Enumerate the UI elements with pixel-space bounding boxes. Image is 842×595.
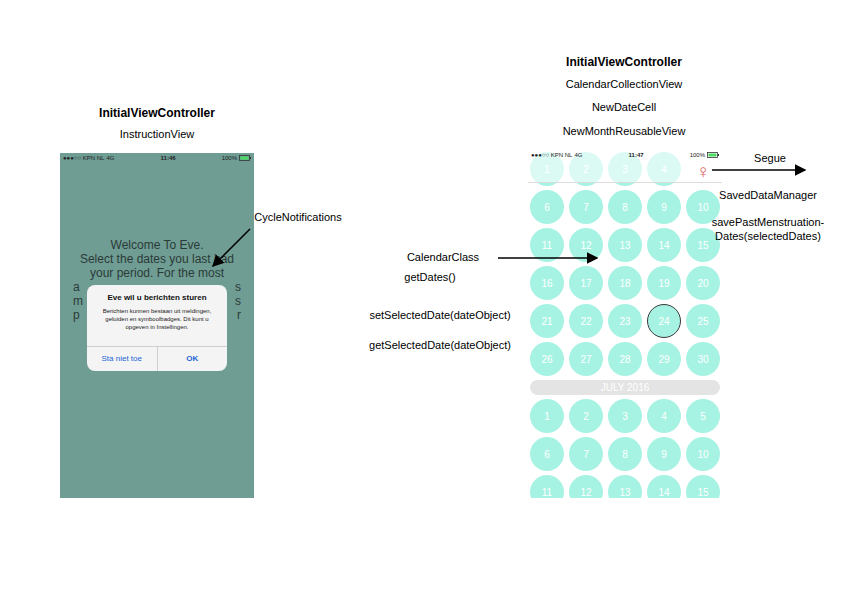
- annotation: Segue: [754, 150, 786, 167]
- controller-label: InitialViewController: [566, 53, 682, 71]
- instruction-screen: ●●●○○ KPN NL4G 11:46 100% Welcome To Eve.Se…: [60, 153, 254, 498]
- time: 11:46: [161, 155, 176, 161]
- date-cell[interactable]: 18: [608, 266, 642, 300]
- date-cell[interactable]: 24: [647, 304, 681, 338]
- alert-title: Eve wil u berichten sturen: [87, 285, 227, 304]
- instruction-line: your period. For the most: [90, 266, 224, 280]
- date-cell[interactable]: 12: [569, 475, 603, 498]
- date-cell[interactable]: 30: [686, 342, 720, 376]
- date-cell[interactable]: 7: [569, 190, 603, 224]
- date-cell[interactable]: 26: [530, 342, 564, 376]
- date-cell[interactable]: 13: [608, 228, 642, 262]
- battery-icon: [707, 152, 719, 158]
- view-label: NewDateCell: [592, 99, 656, 116]
- notification-alert: Eve wil u berichten sturenBerichten kunn…: [87, 285, 227, 371]
- calendar-month: 1234♀67891011121314151617181920212223242…: [530, 152, 720, 376]
- date-cell[interactable]: 21: [530, 304, 564, 338]
- menu-button[interactable]: ♀: [686, 152, 720, 186]
- date-cell[interactable]: 25: [686, 304, 720, 338]
- date-cell[interactable]: 8: [608, 190, 642, 224]
- view-label: CalendarCollectionView: [566, 76, 683, 93]
- network: 4G: [574, 152, 582, 158]
- alert-message: Berichten kunnen bestaan uit meldingen, …: [87, 304, 227, 337]
- carrier: ●●●○○ KPN NL: [63, 155, 104, 161]
- network: 4G: [106, 155, 114, 161]
- alert-button[interactable]: OK: [157, 347, 228, 371]
- top-bar: ●●●○○ KPN NL4G 11:47 100%: [528, 150, 722, 183]
- view-label: InstructionView: [120, 126, 194, 143]
- date-cell[interactable]: 19: [647, 266, 681, 300]
- battery-level: 100%: [690, 152, 705, 158]
- date-cell[interactable]: 5: [686, 399, 720, 433]
- time: 11:47: [629, 152, 644, 158]
- controller-label: InitialViewController: [99, 104, 215, 122]
- date-cell[interactable]: 2: [569, 399, 603, 433]
- date-cell[interactable]: 14: [647, 475, 681, 498]
- date-cell[interactable]: 20: [686, 266, 720, 300]
- date-cell[interactable]: 6: [530, 190, 564, 224]
- date-cell[interactable]: 1: [530, 399, 564, 433]
- date-cell[interactable]: 9: [647, 437, 681, 471]
- date-cell[interactable]: 27: [569, 342, 603, 376]
- date-cell[interactable]: 9: [647, 190, 681, 224]
- annotation: setSelectedDate(dateObject): [369, 307, 510, 324]
- date-cell[interactable]: 16: [530, 266, 564, 300]
- diagram-canvas: InitialViewController InstructionView ●●●○…: [0, 0, 842, 595]
- annotation: getDates(): [404, 269, 455, 286]
- date-cell[interactable]: 8: [608, 437, 642, 471]
- date-cell[interactable]: 15: [686, 475, 720, 498]
- carrier: ●●●○○ KPN NL: [531, 152, 572, 158]
- date-cell[interactable]: 3: [608, 399, 642, 433]
- month-header: JULY 2016: [530, 380, 720, 395]
- date-cell[interactable]: 11: [530, 475, 564, 498]
- calendar-month: JULY 2016123456789101112131415: [530, 380, 720, 498]
- battery-level: 100%: [222, 155, 237, 161]
- battery-icon: [239, 155, 251, 161]
- date-cell[interactable]: 6: [530, 437, 564, 471]
- date-cell[interactable]: 12: [569, 228, 603, 262]
- date-cell[interactable]: 7: [569, 437, 603, 471]
- date-cell[interactable]: 17: [569, 266, 603, 300]
- status-bar: ●●●○○ KPN NL4G 11:47 100%: [528, 150, 722, 160]
- date-cell[interactable]: 4: [647, 399, 681, 433]
- annotation: SavedDataManager: [719, 187, 817, 204]
- calendar-screen: 1234♀67891011121314151617181920212223242…: [528, 150, 722, 498]
- instruction-line: Select the dates you last had: [80, 252, 234, 266]
- date-cell[interactable]: 23: [608, 304, 642, 338]
- instruction-line: Welcome To Eve.: [111, 238, 204, 252]
- annotation: CalendarClass: [407, 249, 479, 266]
- date-cell[interactable]: 29: [647, 342, 681, 376]
- view-label: NewMonthReusableView: [563, 123, 686, 140]
- status-bar: ●●●○○ KPN NL4G 11:46 100%: [60, 153, 254, 163]
- annotation: savePastMenstruation-Dates(selectedDates…: [712, 215, 825, 243]
- arrows-icon: [0, 0, 842, 595]
- date-cell[interactable]: 14: [647, 228, 681, 262]
- date-cell[interactable]: 28: [608, 342, 642, 376]
- date-cell[interactable]: 15: [686, 228, 720, 262]
- date-cell[interactable]: 13: [608, 475, 642, 498]
- date-cell[interactable]: 22: [569, 304, 603, 338]
- annotation: CycleNotifications: [254, 209, 341, 226]
- annotation: getSelectedDate(dateObject): [369, 337, 511, 354]
- date-cell[interactable]: 11: [530, 228, 564, 262]
- date-cell[interactable]: 10: [686, 437, 720, 471]
- alert-button[interactable]: Sta niet toe: [87, 347, 157, 371]
